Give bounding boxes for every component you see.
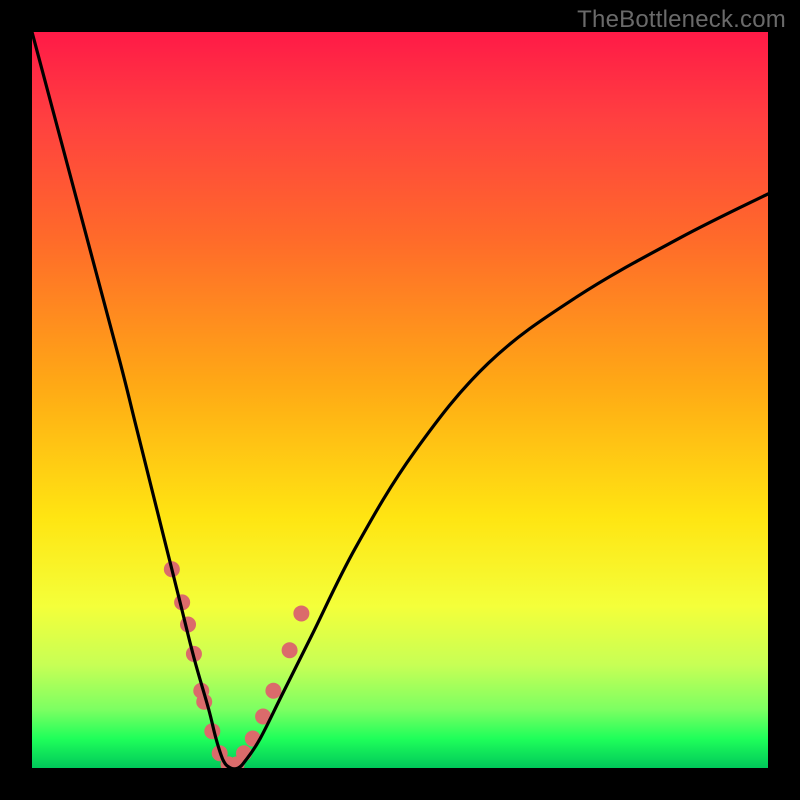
highlight-point (186, 646, 202, 662)
highlight-point (282, 642, 298, 658)
highlight-point (196, 694, 212, 710)
highlight-point (265, 683, 281, 699)
markers-group (164, 561, 310, 768)
highlight-point (293, 605, 309, 621)
chart-frame: TheBottleneck.com (0, 0, 800, 800)
bottleneck-curve (32, 32, 768, 768)
curve-layer (32, 32, 768, 768)
plot-area (32, 32, 768, 768)
highlight-point (204, 723, 220, 739)
highlight-point (164, 561, 180, 577)
highlight-point (221, 756, 237, 768)
highlight-point (245, 731, 261, 747)
highlight-point (193, 683, 209, 699)
highlight-point (255, 708, 271, 724)
highlight-point (174, 594, 190, 610)
highlight-point (180, 616, 196, 632)
highlight-point (236, 745, 252, 761)
watermark-text: TheBottleneck.com (577, 6, 786, 34)
highlight-point (212, 745, 228, 761)
highlight-point (229, 756, 245, 768)
